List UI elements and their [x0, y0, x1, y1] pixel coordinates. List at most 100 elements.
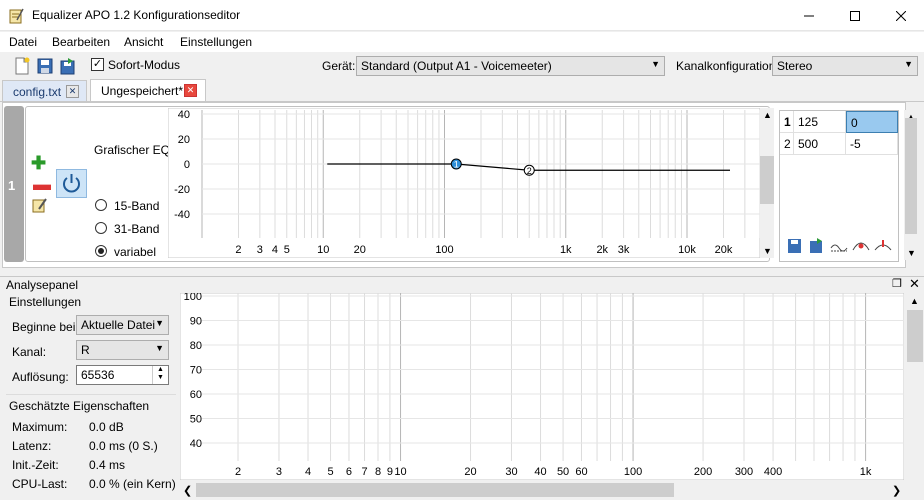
x-tick-label: 4: [305, 466, 311, 478]
curve-invert-icon[interactable]: [852, 238, 870, 254]
scroll-up-icon[interactable]: ▲: [763, 110, 772, 120]
scroll-right-icon[interactable]: ❯: [892, 484, 901, 497]
menu-bearbeiten[interactable]: Bearbeiten: [52, 35, 110, 49]
y-tick-label: 80: [190, 340, 202, 352]
analysis-hscroll-thumb[interactable]: [196, 483, 674, 497]
radio-15-band-label: 15-Band: [114, 199, 160, 213]
chevron-down-icon: ▼: [155, 343, 164, 353]
x-tick-label: 10: [394, 466, 406, 478]
scroll-up-icon[interactable]: ▲: [910, 296, 919, 306]
remove-filter-icon[interactable]: ▬: [33, 174, 51, 195]
analyse-panel-header: [0, 276, 924, 292]
tab-ungespeichert[interactable]: Ungespeichert* ✕: [90, 79, 206, 102]
sofort-modus-label: Sofort-Modus: [108, 58, 181, 72]
geraet-select[interactable]: Standard (Output A1 - Voicemeeter) ▼: [356, 56, 665, 76]
new-file-icon[interactable]: [13, 57, 31, 75]
radio-variabel[interactable]: [95, 245, 107, 257]
window-title: Equalizer APO 1.2 Konfigurationseditor: [32, 8, 241, 22]
tab-config-txt[interactable]: config.txt ✕: [2, 80, 87, 101]
x-tick-label: 10k: [678, 244, 696, 256]
geraet-label: Gerät:: [322, 59, 356, 73]
x-tick-label: 40: [534, 466, 546, 478]
app-notepad-icon: [9, 8, 24, 24]
tab-label: config.txt: [13, 85, 62, 99]
panel-float-icon[interactable]: ❐: [892, 277, 902, 290]
edit-icon[interactable]: [31, 197, 47, 213]
x-tick-label: 1k: [860, 466, 872, 478]
scroll-down-icon[interactable]: ▼: [907, 248, 916, 258]
y-tick-label: 40: [178, 109, 190, 121]
y-tick-label: 60: [190, 389, 202, 401]
table-cell-gain[interactable]: -5: [846, 133, 898, 155]
analysis-vscroll-thumb[interactable]: [907, 310, 923, 362]
analyse-panel-title: Analysepanel: [6, 278, 79, 292]
aufloesung-value: 65536: [81, 368, 115, 382]
tab-close-icon[interactable]: ✕: [66, 85, 79, 98]
graphic-eq-label: Grafischer EQ:: [94, 143, 174, 157]
table-vertical-scrollbar[interactable]: ▲ ▼: [904, 110, 918, 260]
power-toggle-button[interactable]: [56, 169, 87, 198]
menu-ansicht[interactable]: Ansicht: [124, 35, 163, 49]
table-cell-freq[interactable]: 500: [794, 133, 846, 155]
add-filter-icon[interactable]: ✚: [31, 153, 46, 174]
panel-close-icon[interactable]: ✕: [909, 276, 920, 292]
analysis-graph[interactable]: 100 90 80 70 60 50 40 2 3 4 5 6 7 8 9 10 20 30 40 50 60 100 2…: [180, 293, 904, 480]
aufloesung-label: Auflösung:: [12, 370, 69, 384]
kanalkonfiguration-select[interactable]: Stereo ▼: [772, 56, 918, 76]
radio-31-band-label: 31-Band: [114, 222, 160, 236]
kanal-label: Kanal:: [12, 345, 47, 359]
table-save-icon[interactable]: [786, 238, 804, 254]
y-tick-label: 70: [190, 365, 202, 377]
spin-arrows-icon[interactable]: ▲ ▼: [152, 366, 168, 384]
table-scroll-thumb[interactable]: [905, 118, 917, 234]
table-cell-freq[interactable]: 125: [794, 111, 846, 133]
prop-maximum-label: Maximum:: [12, 420, 68, 434]
estimated-properties-label: Geschätzte Eigenschaften: [9, 399, 150, 413]
settings-divider: [6, 394, 176, 395]
save-icon[interactable]: [36, 57, 54, 75]
beginne-select[interactable]: Aktuelle Datei ▼: [76, 315, 169, 335]
scroll-down-icon[interactable]: ▼: [763, 246, 772, 256]
chevron-down-icon: ▼: [155, 318, 164, 328]
menu-einstellungen[interactable]: Einstellungen: [180, 35, 252, 49]
filter-row-index: 1: [8, 178, 16, 193]
x-tick-label: 8: [375, 466, 381, 478]
curve-reset-icon[interactable]: [874, 238, 892, 254]
y-tick-label: 0: [184, 159, 190, 171]
y-tick-label: 100: [184, 293, 202, 303]
radio-variabel-label: variabel: [114, 245, 157, 259]
x-tick-label: 20k: [715, 244, 733, 256]
eq-frequency-graph[interactable]: 40 20 0 -20 -40 2 3 4 5 10 20 100 1k 2k 3k 10k 20k 1 2: [168, 108, 760, 258]
x-tick-label: 300: [735, 466, 753, 478]
chevron-down-icon: ▼: [651, 59, 660, 69]
x-tick-label: 400: [764, 466, 782, 478]
x-tick-label: 3k: [618, 244, 630, 256]
kanal-select[interactable]: R ▼: [76, 340, 169, 360]
table-import-icon[interactable]: [808, 238, 826, 254]
table-cell-gain[interactable]: 0: [846, 111, 898, 133]
eq-scroll-thumb[interactable]: [760, 156, 774, 204]
beginne-value: Aktuelle Datei: [81, 318, 156, 332]
sofort-modus-checkbox[interactable]: ✓: [91, 58, 104, 71]
prop-init-label: Init.-Zeit:: [12, 458, 59, 472]
x-tick-label: 2: [235, 466, 241, 478]
radio-31-band[interactable]: [95, 222, 107, 234]
tab-close-icon[interactable]: ✕: [184, 84, 197, 97]
x-tick-label: 4: [272, 244, 278, 256]
close-button[interactable]: [878, 0, 924, 31]
x-tick-label: 6: [346, 466, 352, 478]
scroll-left-icon[interactable]: ❮: [183, 484, 192, 497]
kanal-value: R: [81, 343, 90, 357]
beginne-label: Beginne bei:: [12, 320, 79, 334]
curve-flat-icon[interactable]: [830, 238, 848, 254]
minimize-button[interactable]: [786, 0, 832, 31]
analyse-settings-label: Einstellungen: [9, 295, 82, 309]
radio-15-band[interactable]: [95, 199, 107, 211]
menu-datei[interactable]: Datei: [9, 35, 37, 49]
save-as-icon[interactable]: [59, 57, 77, 75]
maximize-button[interactable]: [832, 0, 878, 31]
x-tick-label: 50: [557, 466, 569, 478]
y-tick-label: 50: [190, 414, 202, 426]
x-tick-label: 9: [387, 466, 393, 478]
y-tick-label: 90: [190, 316, 202, 328]
